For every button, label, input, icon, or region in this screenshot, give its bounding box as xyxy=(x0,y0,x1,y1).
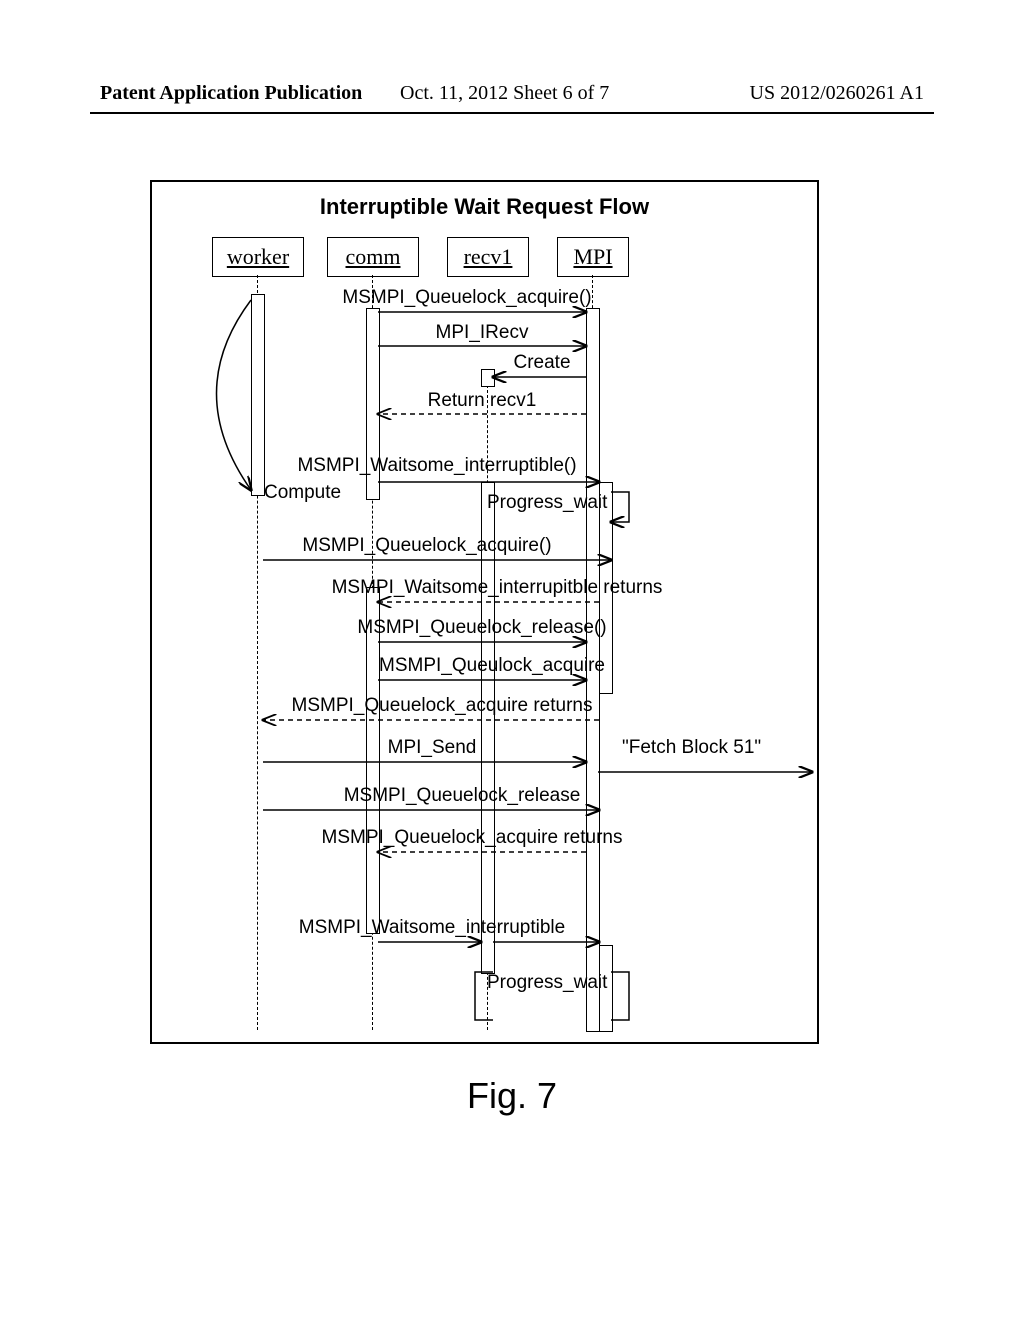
lifeline-head-worker: worker xyxy=(212,237,304,277)
msg-waitsome-returns: MSMPI_Waitsome_interrupitble returns xyxy=(312,577,682,599)
header-right: US 2012/0260261 A1 xyxy=(750,82,924,105)
msg-progress-wait-2: Progress_wait xyxy=(487,972,627,994)
lifeline-head-comm: comm xyxy=(327,237,419,277)
lifeline-label: comm xyxy=(346,244,401,269)
msg-compute: Compute xyxy=(264,482,374,504)
figure-label: Fig. 7 xyxy=(0,1075,1024,1117)
lifeline-label: MPI xyxy=(573,244,612,269)
lifeline-label: recv1 xyxy=(464,244,513,269)
msg-waitsome-2: MSMPI_Waitsome_interruptible xyxy=(272,917,592,939)
msg-fetch-block-51: "Fetch Block 51" xyxy=(622,737,812,759)
msg-create: Create xyxy=(492,352,592,374)
msg-mpi-irecv: MPI_IRecv xyxy=(412,322,552,344)
msg-queuelock-acquire-2: MSMPI_Queuelock_acquire() xyxy=(277,535,577,557)
lifeline-head-mpi: MPI xyxy=(557,237,629,277)
header-rule xyxy=(90,112,934,114)
msg-queuelock-acquire-returns-2: MSMPI_Queuelock_acquire returns xyxy=(297,827,647,849)
msg-return-recv1: Return recv1 xyxy=(402,390,562,412)
msg-queuelock-acquire-returns-1: MSMPI_Queuelock_acquire returns xyxy=(262,695,622,717)
activation-comm-mid xyxy=(366,587,380,934)
msg-queulock-acquire: MSMPI_Queulock_acquire xyxy=(352,655,632,677)
msg-queuelock-acquire-1: MSMPI_Queuelock_acquire() xyxy=(327,287,607,309)
msg-queuelock-release-1: MSMPI_Queuelock_release() xyxy=(332,617,632,639)
header-center: Oct. 11, 2012 Sheet 6 of 7 xyxy=(400,82,609,105)
msg-mpi-send: MPI_Send xyxy=(362,737,502,759)
msg-waitsome-1: MSMPI_Waitsome_interruptible() xyxy=(272,455,602,477)
header-left: Patent Application Publication xyxy=(100,82,362,105)
page: Patent Application Publication Oct. 11, … xyxy=(0,0,1024,1320)
lifeline-label: worker xyxy=(227,244,289,269)
msg-progress-wait-1: Progress_wait xyxy=(487,492,627,514)
activation-worker xyxy=(251,294,265,496)
msg-queuelock-release-2: MSMPI_Queuelock_release xyxy=(312,785,612,807)
lifeline-head-recv1: recv1 xyxy=(447,237,529,277)
sequence-diagram: Interruptible Wait Request Flow worker c… xyxy=(150,180,819,1044)
diagram-title: Interruptible Wait Request Flow xyxy=(152,194,817,220)
